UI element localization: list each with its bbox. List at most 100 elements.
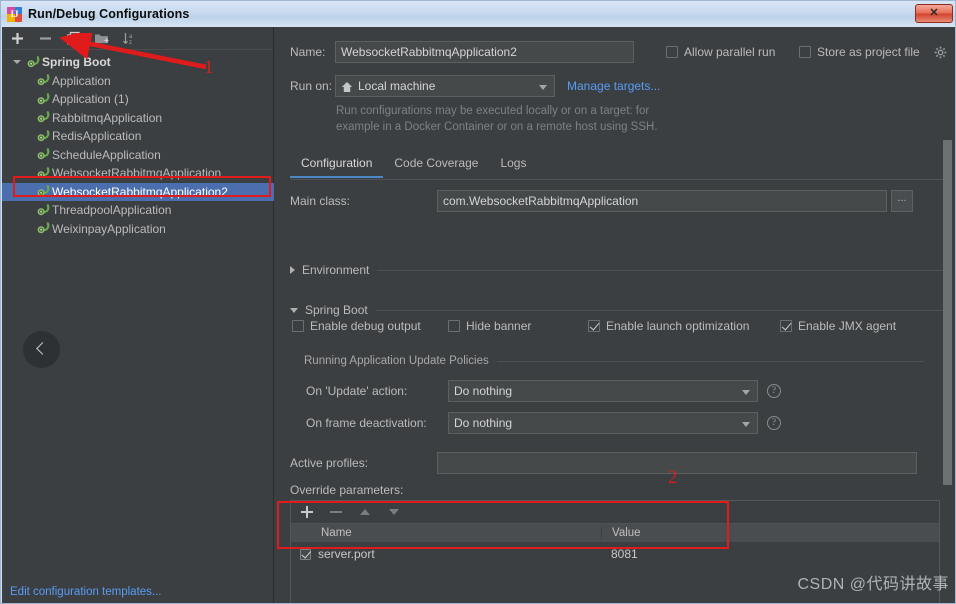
chevron-down-icon [539,85,547,90]
column-header-value: Value [601,527,939,539]
running-update-policies-label: Running Application Update Policies [304,355,489,367]
tree-item-scheduleapplication[interactable]: ScheduleApplication [2,146,274,165]
help-icon[interactable]: ? [767,416,781,430]
main-class-input[interactable] [437,190,887,212]
tree-item-weixinpayapplication[interactable]: WeixinpayApplication [2,220,274,239]
on-frame-deactivation-value: Do nothing [454,416,513,430]
hide-banner-checkbox[interactable]: Hide banner [448,319,531,333]
on-update-action-value: Do nothing [454,384,513,398]
run-on-value: Local machine [358,79,436,93]
tree-item-rabbitmqapplication[interactable]: RabbitmqApplication [2,109,274,128]
arrow-up-icon[interactable] [359,506,371,518]
tree-item-label: WeixinpayApplication [52,221,166,236]
allow-parallel-run-label: Allow parallel run [684,45,776,59]
tree-item-label: WebsocketRabbitmqApplication2 [52,184,228,199]
on-update-action-dropdown[interactable]: Do nothing [448,380,758,402]
main-class-label: Main class: [290,194,351,208]
edit-configuration-templates-link[interactable]: Edit configuration templates... [10,586,162,598]
configurations-tree[interactable]: Spring Boot Application Application (1) Rab… [2,51,274,581]
section-divider [377,269,945,271]
tree-root-spring-boot[interactable]: Spring Boot [2,53,274,72]
table-row[interactable]: server.port 8081 [291,543,939,565]
checkbox-box [292,320,304,332]
copy-icon[interactable] [66,31,81,46]
sort-alpha-icon[interactable]: a z [122,31,137,46]
svg-text:z: z [129,40,132,46]
browse-main-class-button[interactable]: ... [891,190,913,212]
override-parameters-toolbar [291,501,939,523]
name-input[interactable] [335,41,634,63]
environment-section-label: Environment [302,263,370,277]
run-on-hint-line2: example in a Docker Container or on a re… [336,121,658,133]
window-title: Run/Debug Configurations [28,7,190,21]
run-on-hint-line1: Run configurations may be executed local… [336,105,650,117]
run-on-row: Run on: Local machine [290,75,555,97]
enable-launch-optimization-label: Enable launch optimization [606,319,750,333]
sidebar-toolbar: a z [2,27,273,50]
enable-launch-optimization-checkbox[interactable]: Enable launch optimization [588,319,749,333]
editor-tabs[interactable]: Configuration Code Coverage Logs [290,153,945,180]
arrow-down-icon[interactable] [388,506,400,518]
enable-debug-output-checkbox[interactable]: Enable debug output [292,319,421,333]
enable-jmx-agent-checkbox[interactable]: Enable JMX agent [780,319,896,333]
intellij-idea-icon: IJ [7,6,22,22]
parameter-name-cell[interactable]: server.port [291,547,601,561]
run-on-label: Run on: [290,79,333,93]
main-class-row: Main class: ... [290,190,945,212]
tree-item-websocketrabbitmqapplication[interactable]: WebsocketRabbitmqApplication [2,164,274,183]
remove-parameter-button[interactable] [330,506,342,518]
vertical-scrollbar[interactable] [943,140,952,580]
tab-configuration[interactable]: Configuration [290,153,384,178]
allow-parallel-run-checkbox[interactable]: Allow parallel run [666,45,775,59]
tree-item-application[interactable]: Application [2,72,274,91]
folder-add-icon[interactable] [94,31,109,46]
parameter-value-cell[interactable]: 8081 [601,547,939,561]
add-parameter-button[interactable] [301,506,313,518]
tree-item-redisapplication[interactable]: RedisApplication [2,127,274,146]
section-divider [496,360,924,362]
enable-jmx-agent-label: Enable JMX agent [798,319,897,333]
checkbox-box [666,46,678,58]
tab-logs[interactable]: Logs [489,153,537,177]
collapse-sidebar-button[interactable] [23,331,60,368]
environment-section-header[interactable]: Environment [290,263,945,277]
store-as-project-file-label: Store as project file [817,45,920,59]
spring-boot-section-header[interactable]: Spring Boot [290,303,945,317]
active-profiles-input[interactable] [437,452,917,474]
gear-icon[interactable] [934,46,947,59]
parameter-enabled-checkbox[interactable] [300,548,311,560]
on-frame-deactivation-dropdown[interactable]: Do nothing [448,412,758,434]
spring-boot-icon [36,92,50,106]
running-update-policies-header: Running Application Update Policies [304,355,924,367]
override-parameters-table: Name Value server.port 8081 [291,523,939,565]
tree-item-label: ScheduleApplication [52,147,161,162]
tree-item-label: ThreadpoolApplication [52,203,172,218]
remove-configuration-button[interactable] [38,31,53,46]
tree-item-label: Application (1) [52,92,129,107]
tab-code-coverage[interactable]: Code Coverage [383,153,489,177]
help-icon[interactable]: ? [767,384,781,398]
checkbox-box [588,320,600,332]
spring-boot-icon [36,74,50,87]
spring-boot-icon [36,111,50,124]
chevron-down-icon [742,422,750,427]
on-update-action-label: On 'Update' action: [306,384,408,398]
close-icon[interactable]: ✕ [915,4,953,23]
table-header-row: Name Value [291,524,939,543]
parameter-name-text: server.port [318,547,375,561]
run-on-dropdown[interactable]: Local machine [335,75,555,97]
spring-boot-icon [36,166,50,180]
checkbox-box [799,46,811,58]
spring-boot-icon [36,129,50,143]
store-as-project-file-checkbox[interactable]: Store as project file [799,45,920,59]
add-configuration-button[interactable] [10,31,25,46]
tree-item-websocketrabbitmqapplication2[interactable]: WebsocketRabbitmqApplication2 [2,182,274,201]
active-profiles-row: Active profiles: [290,452,940,474]
chevron-down-icon[interactable] [12,57,23,68]
tree-item-threadpoolapplication[interactable]: ThreadpoolApplication [2,201,274,220]
scrollbar-thumb[interactable] [943,140,952,485]
spring-boot-icon [36,148,50,161]
column-header-name: Name [321,527,352,539]
tree-item-application-1[interactable]: Application (1) [2,90,274,109]
manage-targets-link[interactable]: Manage targets... [567,79,660,93]
